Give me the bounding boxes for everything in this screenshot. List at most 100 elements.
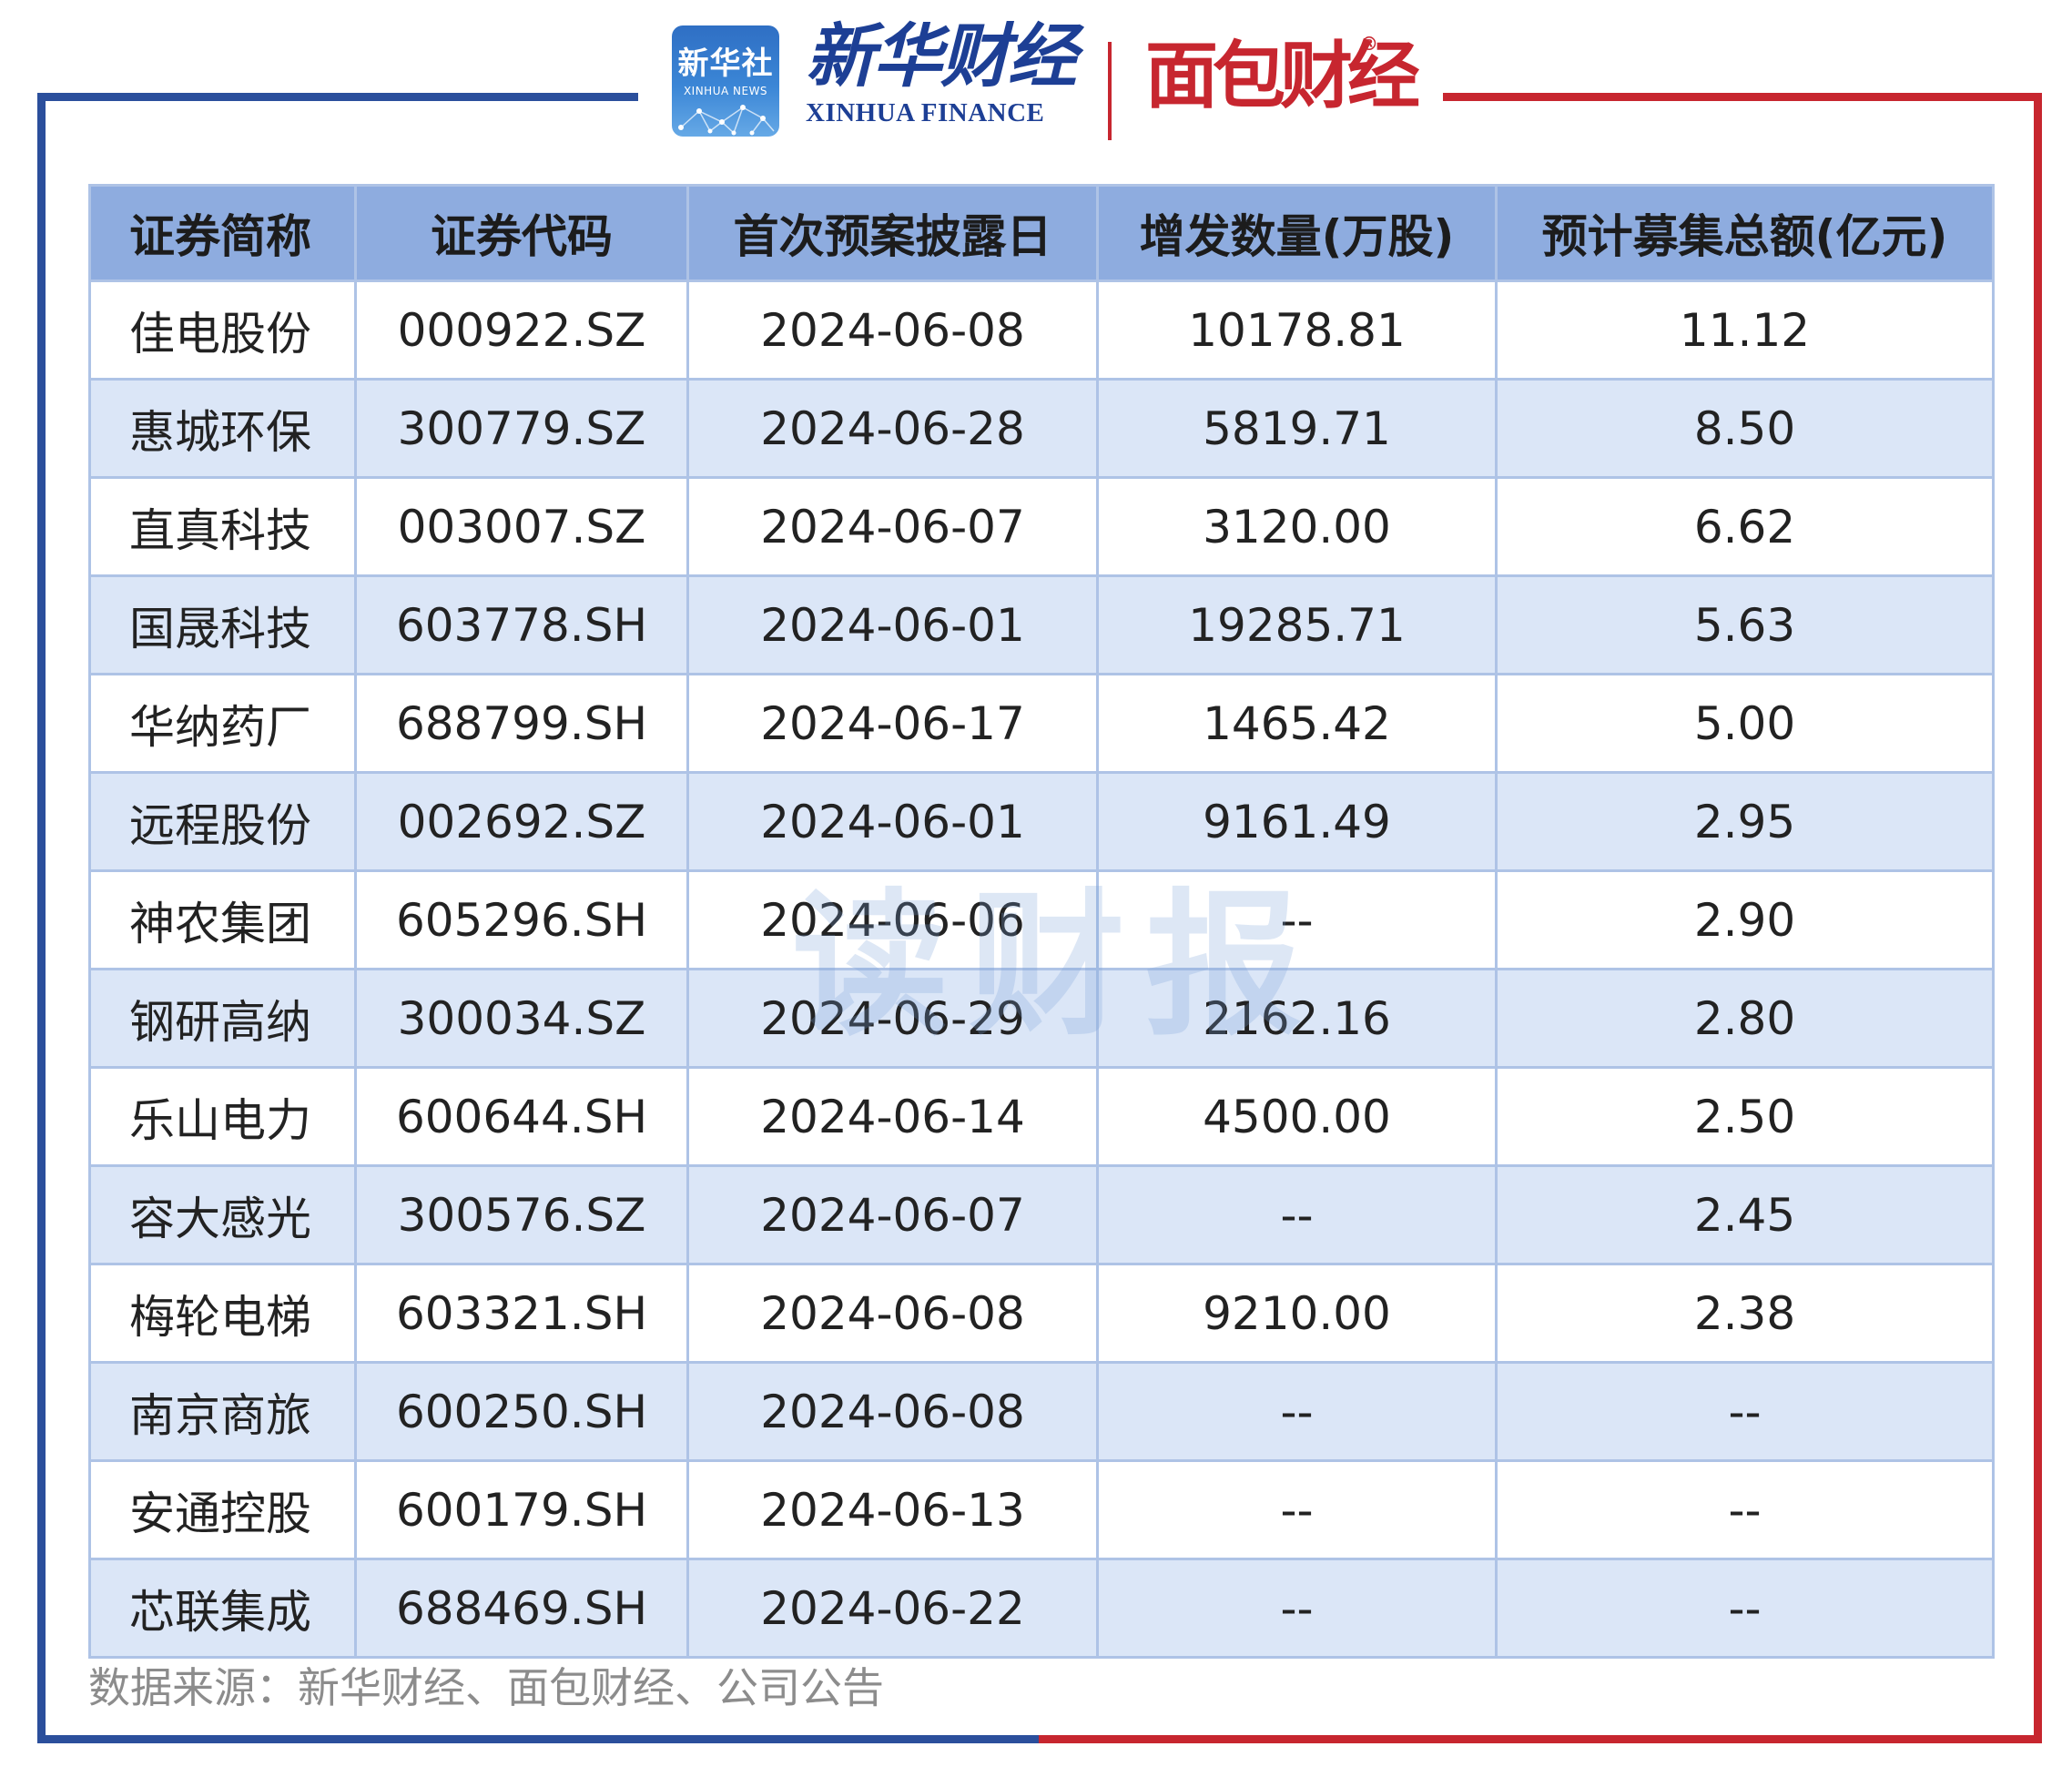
cell-name: 国晟科技 (88, 574, 357, 675)
column-header-date: 首次预案披露日 (686, 184, 1099, 282)
cell-shares: -- (1096, 1361, 1498, 1462)
cell-code: 603778.SH (354, 574, 689, 675)
cell-shares: -- (1096, 1459, 1498, 1560)
mianbao-finance-logo: 面包财经 ® (1145, 35, 1420, 113)
table-row: 芯联集成 688469.SH 2024-06-22 -- -- (88, 1558, 1995, 1659)
cell-name: 远程股份 (88, 771, 357, 872)
xinhua-finance-logo-en: XINHUA FINANCE (806, 98, 1045, 127)
cell-date: 2024-06-28 (686, 378, 1099, 479)
frame-top-left-line (37, 93, 638, 101)
table-row: 佳电股份 000922.SZ 2024-06-08 10178.81 11.12 (88, 279, 1995, 381)
cell-amount: 2.38 (1495, 1263, 1995, 1364)
cell-amount: 5.63 (1495, 574, 1995, 675)
registered-mark: ® (1360, 33, 1378, 55)
cell-amount: 11.12 (1495, 279, 1995, 381)
cell-name: 直真科技 (88, 476, 357, 577)
cell-amount: 2.90 (1495, 869, 1995, 970)
xinhua-news-logo-cn: 新华社 (677, 46, 774, 82)
xinhua-finance-logo-cn: 新华财经 (806, 15, 1077, 96)
xinhua-finance-logo: 新华财经 XINHUA FINANCE (806, 15, 1077, 149)
cell-name: 钢研高纳 (88, 968, 357, 1069)
table-row: 乐山电力 600644.SH 2024-06-14 4500.00 2.50 (88, 1066, 1995, 1167)
cell-amount: 2.80 (1495, 968, 1995, 1069)
cell-name: 佳电股份 (88, 279, 357, 381)
cell-date: 2024-06-13 (686, 1459, 1099, 1560)
cell-shares: -- (1096, 869, 1498, 970)
table-header-row: 证券简称 证券代码 首次预案披露日 增发数量(万股) 预计募集总额(亿元) (88, 184, 1995, 282)
private-placement-table: 证券简称 证券代码 首次预案披露日 增发数量(万股) 预计募集总额(亿元) 佳电… (88, 184, 1995, 1659)
table-row: 国晟科技 603778.SH 2024-06-01 19285.71 5.63 (88, 574, 1995, 675)
cell-code: 002692.SZ (354, 771, 689, 872)
table-row: 华纳药厂 688799.SH 2024-06-17 1465.42 5.00 (88, 673, 1995, 774)
cell-code: 300779.SZ (354, 378, 689, 479)
cell-shares: 4500.00 (1096, 1066, 1498, 1167)
cell-date: 2024-06-22 (686, 1558, 1099, 1659)
cell-amount: 2.50 (1495, 1066, 1995, 1167)
cell-date: 2024-06-08 (686, 1263, 1099, 1364)
cell-amount: -- (1495, 1361, 1995, 1462)
cell-name: 神农集团 (88, 869, 357, 970)
column-header-shares: 增发数量(万股) (1096, 184, 1498, 282)
xinhua-news-logo: 新华社 XINHUA NEWS (672, 25, 779, 137)
cell-name: 容大感光 (88, 1164, 357, 1265)
cell-name: 惠城环保 (88, 378, 357, 479)
cell-amount: 8.50 (1495, 378, 1995, 479)
cell-shares: 5819.71 (1096, 378, 1498, 479)
table-row: 直真科技 003007.SZ 2024-06-07 3120.00 6.62 (88, 476, 1995, 577)
table-row: 钢研高纳 300034.SZ 2024-06-29 2162.16 2.80 (88, 968, 1995, 1069)
table-row: 梅轮电梯 603321.SH 2024-06-08 9210.00 2.38 (88, 1263, 1995, 1364)
frame-top-right-line (1443, 93, 2042, 101)
cell-date: 2024-06-01 (686, 771, 1099, 872)
cell-date: 2024-06-17 (686, 673, 1099, 774)
cell-date: 2024-06-01 (686, 574, 1099, 675)
cell-code: 300034.SZ (354, 968, 689, 1069)
cell-date: 2024-06-29 (686, 968, 1099, 1069)
cell-shares: 2162.16 (1096, 968, 1498, 1069)
column-header-name: 证券简称 (88, 184, 357, 282)
cell-name: 梅轮电梯 (88, 1263, 357, 1364)
cell-name: 乐山电力 (88, 1066, 357, 1167)
table-row: 南京商旅 600250.SH 2024-06-08 -- -- (88, 1361, 1995, 1462)
table-row: 安通控股 600179.SH 2024-06-13 -- -- (88, 1459, 1995, 1560)
cell-code: 300576.SZ (354, 1164, 689, 1265)
cell-amount: 6.62 (1495, 476, 1995, 577)
cell-code: 000922.SZ (354, 279, 689, 381)
data-source-note: 数据来源：新华财经、面包财经、公司公告 (88, 1663, 884, 1712)
table-row: 远程股份 002692.SZ 2024-06-01 9161.49 2.95 (88, 771, 1995, 872)
cell-shares: -- (1096, 1558, 1498, 1659)
cell-amount: -- (1495, 1558, 1995, 1659)
cell-name: 华纳药厂 (88, 673, 357, 774)
cell-code: 688799.SH (354, 673, 689, 774)
frame-left-line (37, 93, 46, 1743)
cell-name: 南京商旅 (88, 1361, 357, 1462)
column-header-amount: 预计募集总额(亿元) (1495, 184, 1995, 282)
cell-amount: 5.00 (1495, 673, 1995, 774)
column-header-code: 证券代码 (354, 184, 689, 282)
cell-code: 600179.SH (354, 1459, 689, 1560)
cell-shares: 10178.81 (1096, 279, 1498, 381)
cell-shares: 1465.42 (1096, 673, 1498, 774)
logo-divider (1108, 42, 1112, 140)
cell-shares: 3120.00 (1096, 476, 1498, 577)
cell-shares: -- (1096, 1164, 1498, 1265)
cell-name: 芯联集成 (88, 1558, 357, 1659)
network-graphic-icon (678, 105, 775, 136)
cell-date: 2024-06-07 (686, 1164, 1099, 1265)
cell-name: 安通控股 (88, 1459, 357, 1560)
cell-date: 2024-06-07 (686, 476, 1099, 577)
frame-bottom-right-line (1039, 1735, 2042, 1743)
table-row: 神农集团 605296.SH 2024-06-06 -- 2.90 (88, 869, 1995, 970)
cell-code: 605296.SH (354, 869, 689, 970)
cell-code: 688469.SH (354, 1558, 689, 1659)
cell-code: 600644.SH (354, 1066, 689, 1167)
cell-code: 003007.SZ (354, 476, 689, 577)
cell-shares: 19285.71 (1096, 574, 1498, 675)
cell-date: 2024-06-08 (686, 279, 1099, 381)
cell-date: 2024-06-06 (686, 869, 1099, 970)
frame-right-line (2034, 93, 2042, 1743)
cell-shares: 9161.49 (1096, 771, 1498, 872)
cell-code: 600250.SH (354, 1361, 689, 1462)
table-row: 容大感光 300576.SZ 2024-06-07 -- 2.45 (88, 1164, 1995, 1265)
cell-amount: 2.95 (1495, 771, 1995, 872)
cell-date: 2024-06-14 (686, 1066, 1099, 1167)
